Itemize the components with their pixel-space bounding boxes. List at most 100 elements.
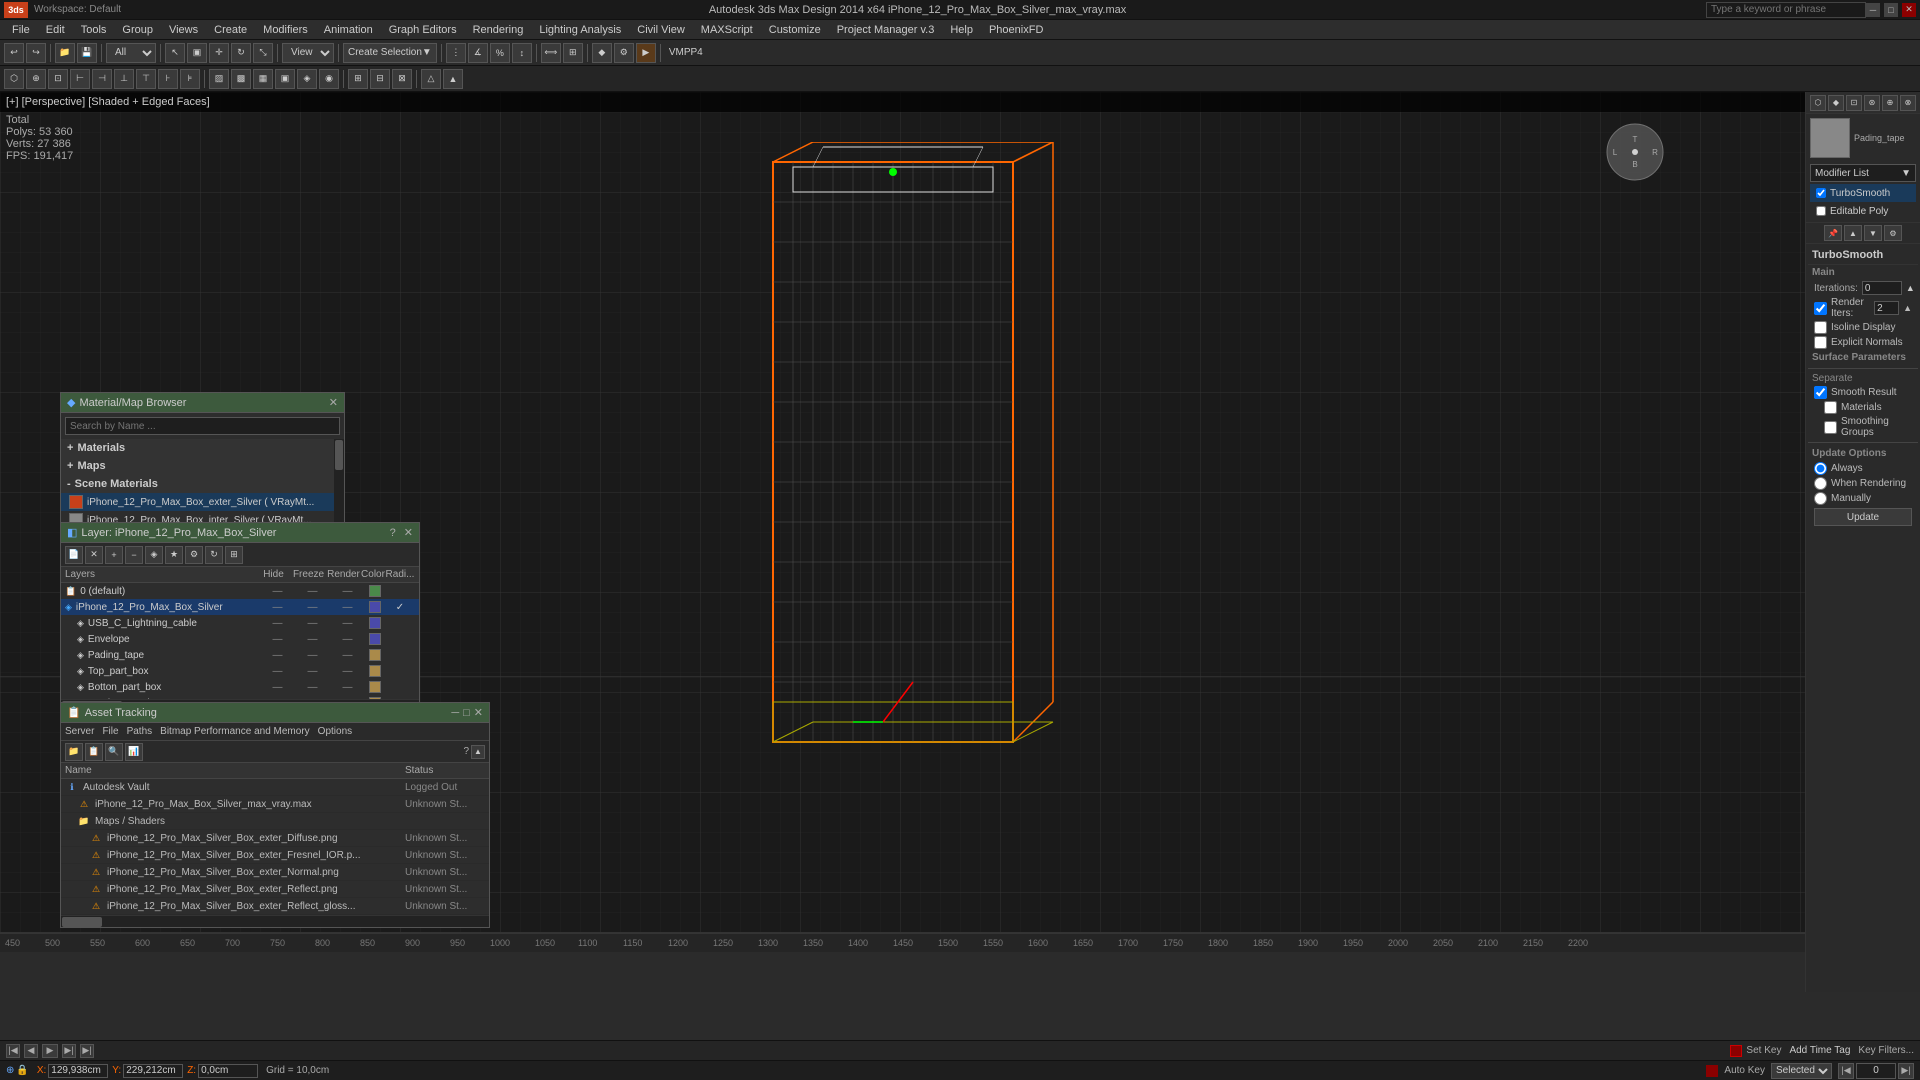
spinner-snap-btn[interactable]: ↕ <box>512 43 532 63</box>
selection-mode-select[interactable]: Selected <box>1771 1063 1832 1079</box>
tb2-btnB[interactable]: ▩ <box>231 69 251 89</box>
asset-row-7[interactable]: ⚠ iPhone_12_Pro_Max_Silver_Box_exter_Ref… <box>61 898 489 915</box>
frame-prev-btn[interactable]: |◀ <box>1838 1063 1854 1079</box>
layer-select-btn[interactable]: ◈ <box>145 546 163 564</box>
asset-close-btn[interactable]: ✕ <box>474 706 483 719</box>
menu-rendering[interactable]: Rendering <box>465 22 532 38</box>
mod-nav-up[interactable]: ▲ <box>1844 225 1862 241</box>
layer-new-btn[interactable]: 📄 <box>65 546 83 564</box>
toolbar-redo[interactable]: ↪ <box>26 43 46 63</box>
tb2-btnE[interactable]: ◈ <box>297 69 317 89</box>
tb2-btn2[interactable]: ⊕ <box>26 69 46 89</box>
layer-delete-btn[interactable]: ✕ <box>85 546 103 564</box>
asset-menu-bitmap[interactable]: Bitmap Performance and Memory <box>160 726 310 737</box>
maximize-btn[interactable]: □ <box>1884 3 1898 17</box>
workspace-dropdown[interactable]: Workspace: Default <box>34 4 121 15</box>
layer-close-btn[interactable]: ✕ <box>404 526 413 539</box>
layer-row-3[interactable]: ◈ Envelope — — — <box>61 631 419 647</box>
materials-checkbox[interactable] <box>1824 401 1837 414</box>
tb2-btnA[interactable]: ▨ <box>209 69 229 89</box>
render-iters-up[interactable]: ▲ <box>1903 303 1912 313</box>
asset-minimize-btn[interactable]: ─ <box>451 707 459 719</box>
add-time-tag-label[interactable]: Add Time Tag <box>1789 1045 1850 1056</box>
scale-btn[interactable]: ⤡ <box>253 43 273 63</box>
layer-row-5[interactable]: ◈ Top_part_box — — — <box>61 663 419 679</box>
menu-civil-view[interactable]: Civil View <box>629 22 692 38</box>
percent-snap-btn[interactable]: % <box>490 43 510 63</box>
auto-key-btn[interactable] <box>1706 1065 1718 1077</box>
asset-row-3[interactable]: ⚠ iPhone_12_Pro_Max_Silver_Box_exter_Dif… <box>61 830 489 847</box>
asset-help-btn[interactable]: ? <box>463 746 469 757</box>
menu-maxscript[interactable]: MAXScript <box>693 22 761 38</box>
layer-settings-btn[interactable]: ⚙ <box>185 546 203 564</box>
layer-expand-btn[interactable]: ⊞ <box>225 546 243 564</box>
timeline-play-btn[interactable]: ▶ <box>42 1044 58 1058</box>
z-input[interactable] <box>198 1064 258 1078</box>
mod-icon2[interactable]: ◆ <box>1828 95 1844 111</box>
menu-phoenixfd[interactable]: PhoenixFD <box>981 22 1051 38</box>
menu-file[interactable]: File <box>4 22 38 38</box>
tb2-btn9[interactable]: ⊧ <box>180 69 200 89</box>
tb2-btn4[interactable]: ⊢ <box>70 69 90 89</box>
mod-nav-pin[interactable]: 📌 <box>1824 225 1842 241</box>
layer-row-6[interactable]: ◈ Botton_part_box — — — <box>61 679 419 695</box>
asset-tb4[interactable]: 📊 <box>125 743 143 761</box>
asset-menu-server[interactable]: Server <box>65 726 94 737</box>
mat-search-input[interactable] <box>65 417 340 435</box>
menu-graph-editors[interactable]: Graph Editors <box>381 22 465 38</box>
asset-tb1[interactable]: 📁 <box>65 743 83 761</box>
tb2-btnC[interactable]: ▦ <box>253 69 273 89</box>
key-filters-label[interactable]: Key Filters... <box>1858 1045 1914 1056</box>
toolbar-open[interactable]: 📁 <box>55 43 75 63</box>
set-key-area[interactable]: Set Key <box>1730 1045 1781 1057</box>
timeline-start-btn[interactable]: |◀ <box>6 1044 20 1058</box>
tb2-btnD[interactable]: ▣ <box>275 69 295 89</box>
iterations-input[interactable] <box>1862 281 1902 295</box>
mod-icon4[interactable]: ⊛ <box>1864 95 1880 111</box>
asset-tb2[interactable]: 📋 <box>85 743 103 761</box>
timeline-end-btn[interactable]: ▶| <box>80 1044 94 1058</box>
turbosm-checkbox[interactable] <box>1816 188 1826 198</box>
asset-row-5[interactable]: ⚠ iPhone_12_Pro_Max_Silver_Box_exter_Nor… <box>61 864 489 881</box>
mod-icon3[interactable]: ⊡ <box>1846 95 1862 111</box>
timeline-next-btn[interactable]: ▶| <box>62 1044 76 1058</box>
layer-row-0[interactable]: 📋 0 (default) — — — <box>61 583 419 599</box>
explicit-checkbox[interactable] <box>1814 336 1827 349</box>
mod-icon5[interactable]: ⊕ <box>1882 95 1898 111</box>
angle-snap-btn[interactable]: ∡ <box>468 43 488 63</box>
layer-refresh-btn[interactable]: ↻ <box>205 546 223 564</box>
menu-group[interactable]: Group <box>114 22 161 38</box>
tb2-btnJ[interactable]: △ <box>421 69 441 89</box>
menu-animation[interactable]: Animation <box>316 22 381 38</box>
create-selection-dropdown[interactable]: Create Selection▼ <box>343 43 437 63</box>
modifier-turbosm[interactable]: TurboSmooth <box>1810 184 1916 202</box>
layer-add-btn[interactable]: + <box>105 546 123 564</box>
mat-browser-close[interactable]: ✕ <box>329 396 338 409</box>
layer-highlight-btn[interactable]: ★ <box>165 546 183 564</box>
mat-scrollbar-thumb[interactable] <box>335 440 343 470</box>
render-iters-checkbox[interactable] <box>1814 302 1827 315</box>
asset-menu-options[interactable]: Options <box>318 726 352 737</box>
align-btn[interactable]: ⊞ <box>563 43 583 63</box>
when-rendering-radio[interactable] <box>1814 477 1827 490</box>
mod-nav-config[interactable]: ⚙ <box>1884 225 1902 241</box>
render-iters-input[interactable] <box>1874 301 1899 315</box>
tb2-btn5[interactable]: ⊣ <box>92 69 112 89</box>
asset-row-2[interactable]: 📁 Maps / Shaders <box>61 813 489 830</box>
timeline-prev-btn[interactable]: ◀ <box>24 1044 38 1058</box>
mat-item-0[interactable]: iPhone_12_Pro_Max_Box_exter_Silver ( VRa… <box>61 493 344 511</box>
asset-menu-paths[interactable]: Paths <box>127 726 153 737</box>
layer-row-4[interactable]: ◈ Pading_tape — — — <box>61 647 419 663</box>
snap-btn[interactable]: ⋮ <box>446 43 466 63</box>
search-input[interactable] <box>1706 2 1866 18</box>
menu-modifiers[interactable]: Modifiers <box>255 22 316 38</box>
window-controls[interactable]: ─ □ ✕ <box>1866 3 1916 17</box>
asset-hscrollbar-thumb[interactable] <box>62 917 102 927</box>
menu-lighting[interactable]: Lighting Analysis <box>531 22 629 38</box>
toolbar-undo[interactable]: ↩ <box>4 43 24 63</box>
menu-tools[interactable]: Tools <box>73 22 115 38</box>
menu-project-manager[interactable]: Project Manager v.3 <box>829 22 943 38</box>
editable-poly-checkbox[interactable] <box>1816 206 1826 216</box>
y-input[interactable] <box>123 1064 183 1078</box>
asset-row-0[interactable]: ℹ Autodesk Vault Logged Out <box>61 779 489 796</box>
